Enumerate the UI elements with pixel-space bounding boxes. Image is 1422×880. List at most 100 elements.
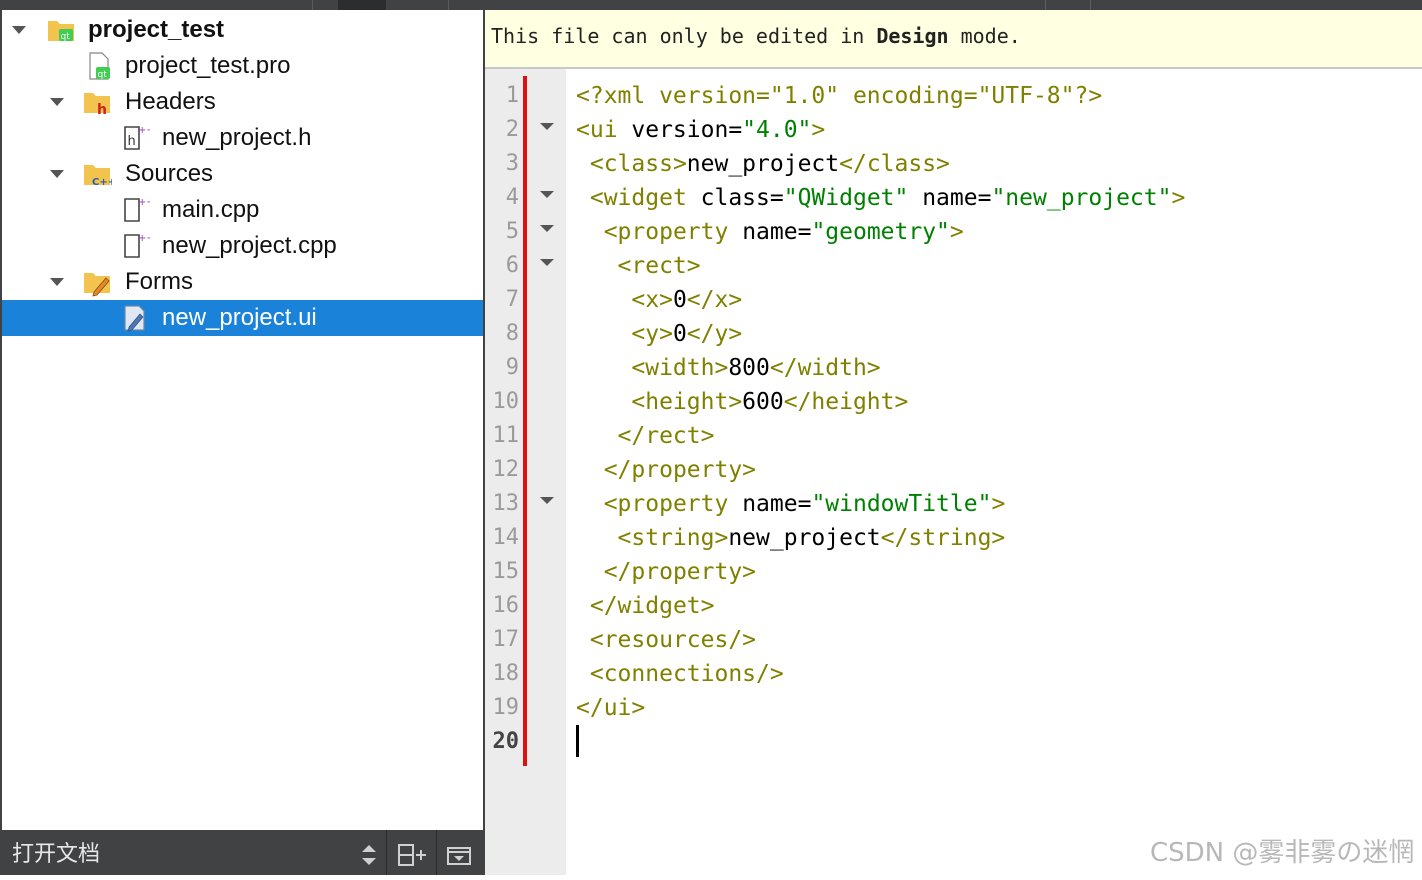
code-line: <width>800</width>: [631, 355, 881, 381]
tree-node-project[interactable]: qt project_test: [2, 12, 483, 48]
line-number: 4: [505, 185, 519, 210]
code-line: </widget>: [589, 593, 715, 619]
code-line: <y>0</y>: [631, 321, 743, 347]
tree-node-header-file[interactable]: h ++ new_project.h: [2, 120, 483, 156]
line-number: 2: [505, 117, 519, 142]
project-cpp-label: new_project.cpp: [162, 232, 337, 259]
fold-arrow-icon[interactable]: [540, 497, 554, 504]
code-line: </property>: [603, 457, 757, 483]
code-line: <connections/>: [589, 661, 784, 687]
collapse-arrow-icon[interactable]: [50, 278, 64, 286]
project-tree: qt project_test qt project_test.pro h He…: [0, 10, 483, 830]
sources-folder-icon: C++: [84, 165, 112, 188]
project-name-label: project_test: [88, 16, 225, 43]
svg-text:C++: C++: [92, 177, 112, 188]
bottom-bar-separator: [386, 830, 387, 875]
code-line: </rect>: [617, 423, 715, 449]
code-line: <?xml version="1.0" encoding="UTF-8"?>: [576, 83, 1103, 109]
line-number: 9: [505, 355, 519, 380]
code-line: <height>600</height>: [631, 389, 909, 415]
headers-label: Headers: [125, 88, 216, 115]
svg-text:qt: qt: [61, 32, 71, 42]
fold-arrow-icon[interactable]: [540, 225, 554, 232]
line-number: 17: [492, 627, 520, 652]
line-number: 7: [505, 287, 519, 312]
collapse-arrow-icon[interactable]: [50, 98, 64, 106]
open-documents-bar: 打开文档: [0, 830, 483, 875]
split-add-icon[interactable]: [394, 838, 428, 872]
tree-node-project-file[interactable]: qt project_test.pro: [2, 48, 483, 84]
changed-lines-marker: [523, 76, 527, 766]
main-cpp-label: main.cpp: [162, 196, 260, 223]
line-number: 13: [492, 491, 520, 516]
project-file-label: project_test.pro: [125, 52, 291, 79]
bottom-bar-separator: [436, 830, 437, 875]
headers-folder-icon: h: [84, 93, 110, 117]
line-number: 6: [505, 253, 519, 278]
svg-text:h: h: [97, 102, 107, 117]
cpp-file-icon: ++: [124, 197, 150, 222]
tree-node-headers[interactable]: h Headers: [2, 84, 483, 120]
tree-node-form-file[interactable]: new_project.ui: [2, 300, 483, 336]
svg-text:++: ++: [138, 233, 150, 244]
line-number: 5: [505, 219, 519, 244]
code-editor[interactable]: <?xml version="1.0" encoding="UTF-8"?> <…: [566, 69, 1422, 875]
svg-text:h: h: [128, 134, 136, 149]
line-number: 19: [492, 695, 520, 720]
ui-form-file-icon: [124, 305, 145, 332]
top-toolbar-strip: [0, 0, 1422, 10]
watermark: CSDN @雾非雾の迷惘: [1150, 838, 1415, 868]
line-number: 8: [505, 321, 519, 346]
fold-arrow-icon[interactable]: [540, 191, 554, 198]
line-number: 14: [492, 525, 520, 550]
line-number: 11: [492, 423, 520, 448]
tree-node-sources[interactable]: C++ Sources: [2, 156, 483, 192]
header-file-icon: h ++: [124, 125, 150, 150]
code-line: <resources/>: [589, 627, 757, 653]
code-line: <ui version="4.0">: [576, 117, 826, 143]
code-line: <class>new_project</class>: [589, 151, 950, 177]
open-documents-label[interactable]: 打开文档: [12, 830, 100, 880]
sort-updown-icon[interactable]: [352, 838, 386, 872]
info-message: This file can only be edited in Design m…: [491, 24, 1021, 48]
qt-project-folder-icon: qt: [48, 21, 74, 42]
cpp-file-icon: ++: [124, 233, 150, 258]
tree-node-forms[interactable]: Forms: [2, 264, 483, 300]
code-line: <property name="geometry">: [603, 219, 964, 245]
code-line: <string>new_project</string>: [617, 525, 1006, 551]
line-number: 15: [492, 559, 520, 584]
forms-label: Forms: [125, 268, 193, 295]
tree-node-project-cpp[interactable]: ++ new_project.cpp: [2, 228, 483, 264]
code-line: </ui>: [576, 695, 646, 721]
line-number: 10: [492, 389, 520, 414]
collapse-arrow-icon[interactable]: [12, 26, 26, 34]
line-number: 12: [492, 457, 520, 482]
forms-folder-icon: [84, 273, 110, 297]
code-line: <widget class="QWidget" name="new_projec…: [589, 185, 1186, 211]
line-number: 3: [505, 151, 519, 176]
code-line: </property>: [603, 559, 757, 585]
svg-text:++: ++: [138, 125, 150, 136]
fold-arrow-icon[interactable]: [540, 259, 554, 266]
design-mode-info-bar: This file can only be edited in Design m…: [485, 10, 1422, 69]
qt-pro-file-icon: qt: [89, 52, 110, 80]
line-number: 1: [505, 83, 519, 108]
close-pane-icon[interactable]: [442, 838, 476, 872]
line-number-current: 20: [492, 729, 520, 754]
svg-text:++: ++: [138, 197, 150, 208]
line-number: 18: [492, 661, 520, 686]
line-number: 16: [492, 593, 520, 618]
sources-label: Sources: [125, 160, 214, 187]
toolbar-tab-active[interactable]: [338, 0, 386, 10]
tree-node-main-cpp[interactable]: ++ main.cpp: [2, 192, 483, 228]
text-cursor: [576, 725, 579, 757]
collapse-arrow-icon[interactable]: [50, 170, 64, 178]
code-line: <property name="windowTitle">: [603, 491, 1006, 517]
form-file-label: new_project.ui: [162, 304, 317, 331]
code-line: <x>0</x>: [631, 287, 743, 313]
fold-arrow-icon[interactable]: [540, 123, 554, 130]
design-mode-keyword: Design: [876, 24, 949, 48]
svg-text:qt: qt: [98, 70, 108, 80]
code-line: <rect>: [617, 253, 701, 279]
header-file-label: new_project.h: [162, 124, 312, 151]
